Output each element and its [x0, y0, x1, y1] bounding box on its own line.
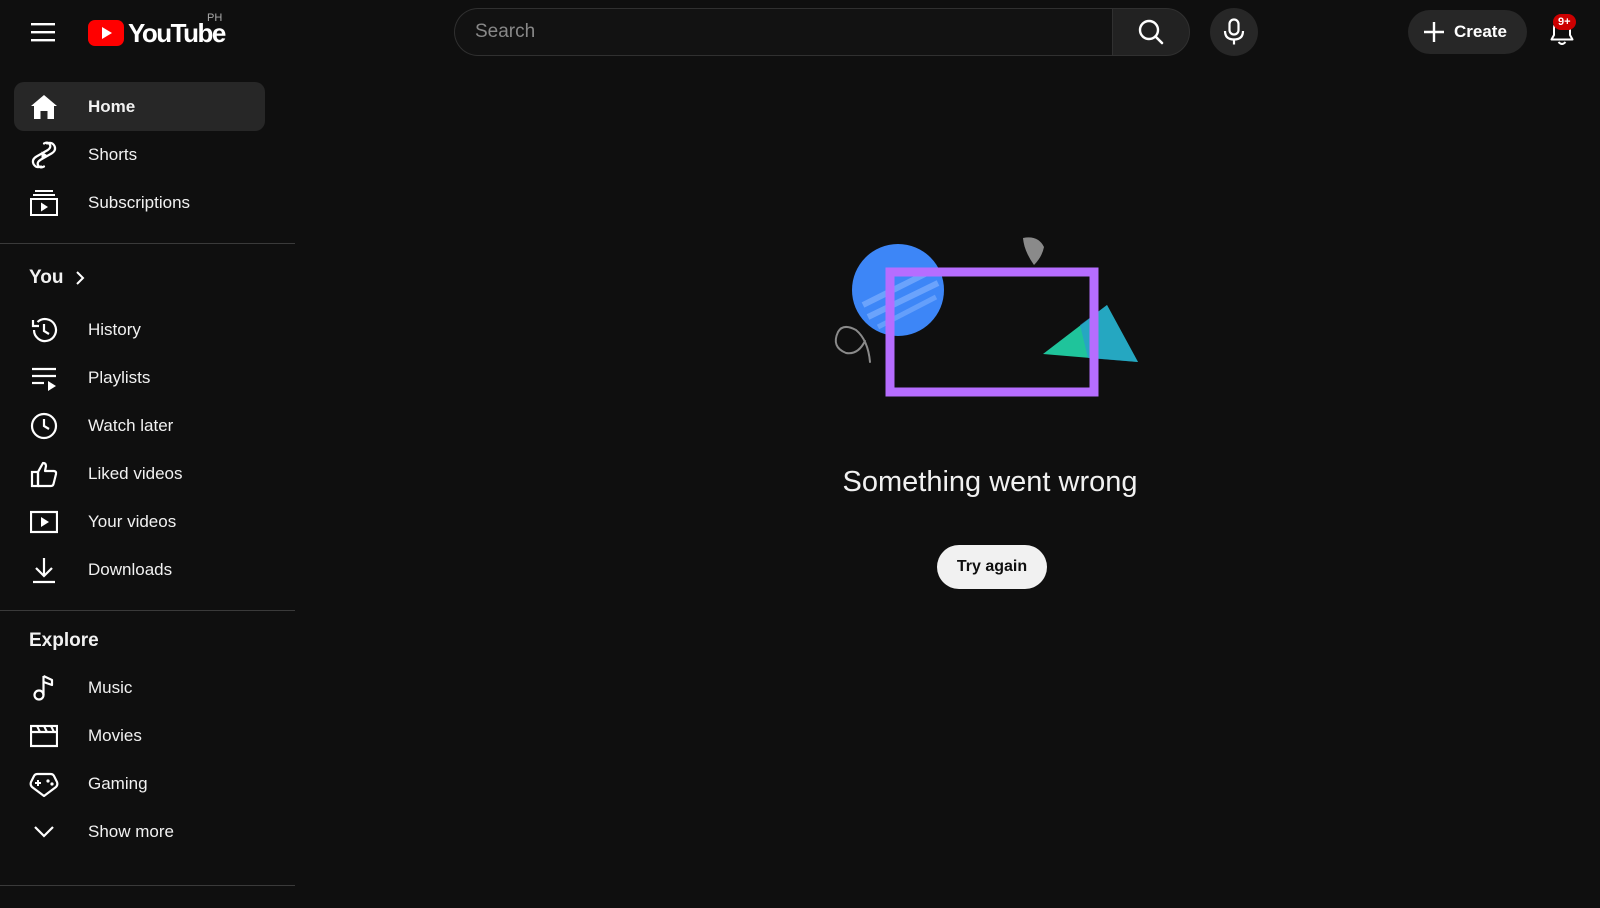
sidebar-item-gaming[interactable]: Gaming — [14, 759, 265, 808]
country-code: PH — [207, 12, 223, 24]
music-note-icon — [29, 673, 59, 703]
chevron-right-icon — [76, 271, 85, 285]
shorts-icon — [29, 140, 59, 170]
gamepad-icon — [29, 769, 59, 799]
swirl-line — [834, 326, 871, 363]
you-section-title: You — [29, 267, 64, 288]
sidebar-divider — [0, 885, 295, 886]
sidebar-item-home[interactable]: Home — [14, 82, 265, 131]
sidebar-item-movies[interactable]: Movies — [14, 711, 265, 760]
sidebar-item-history[interactable]: History — [14, 305, 265, 354]
top-bar: YouTube PH Create 9+ — [0, 0, 1600, 64]
sidebar-item-label: Your videos — [88, 511, 177, 531]
playlists-icon — [29, 363, 59, 393]
home-icon — [29, 92, 59, 122]
create-button[interactable]: Create — [1408, 10, 1527, 54]
explore-section-title: Explore — [29, 630, 99, 651]
watch-later-icon — [29, 411, 59, 441]
search-button[interactable] — [1112, 8, 1190, 56]
sidebar: Home Shorts Subscriptions You History Pl… — [0, 64, 295, 908]
sidebar-divider — [0, 610, 295, 611]
you-section-header[interactable]: You — [29, 267, 85, 289]
error-illustration — [834, 237, 1138, 397]
sidebar-item-your-videos[interactable]: Your videos — [14, 497, 265, 546]
sidebar-item-label: Subscriptions — [88, 192, 191, 212]
sidebar-item-label: Playlists — [88, 367, 151, 387]
sidebar-item-liked-videos[interactable]: Liked videos — [14, 449, 265, 498]
sidebar-item-music[interactable]: Music — [14, 663, 265, 712]
try-again-button[interactable]: Try again — [937, 545, 1047, 589]
your-videos-icon — [29, 507, 59, 537]
leaf-shape — [1023, 237, 1044, 265]
menu-button[interactable] — [20, 12, 68, 52]
search-bar — [454, 8, 1190, 56]
sidebar-divider — [0, 243, 295, 244]
subscriptions-icon — [29, 188, 59, 218]
sidebar-item-label: Home — [88, 96, 136, 116]
sidebar-item-label: Watch later — [88, 415, 174, 435]
download-icon — [29, 555, 59, 585]
sidebar-item-label: Shorts — [88, 144, 138, 164]
notification-badge: 9+ — [1553, 14, 1576, 30]
error-message: Something went wrong — [842, 466, 1138, 498]
voice-search-button[interactable] — [1210, 8, 1258, 56]
sidebar-item-playlists[interactable]: Playlists — [14, 353, 265, 402]
history-icon — [29, 315, 59, 345]
sidebar-item-label: Show more — [88, 821, 174, 841]
search-icon — [1138, 19, 1164, 45]
sidebar-item-show-more[interactable]: Show more — [14, 807, 265, 856]
sidebar-item-downloads[interactable]: Downloads — [14, 545, 265, 594]
sidebar-item-label: Music — [88, 677, 133, 697]
sidebar-item-label: Movies — [88, 725, 142, 745]
create-label: Create — [1454, 22, 1507, 41]
microphone-icon — [1223, 18, 1245, 45]
clapperboard-icon — [29, 721, 59, 751]
sidebar-item-watch-later[interactable]: Watch later — [14, 401, 265, 450]
sidebar-item-label: Gaming — [88, 773, 148, 793]
explore-section-header: Explore — [29, 630, 99, 652]
sidebar-item-label: Downloads — [88, 559, 173, 579]
sidebar-item-label: Liked videos — [88, 463, 183, 483]
thumbs-up-icon — [29, 459, 59, 489]
youtube-logo[interactable]: YouTube — [88, 16, 226, 50]
chevron-down-icon — [29, 817, 59, 847]
youtube-play-logo-icon — [88, 20, 124, 46]
plus-icon — [1424, 22, 1444, 42]
sidebar-item-label: History — [88, 319, 141, 339]
sidebar-item-shorts[interactable]: Shorts — [14, 130, 265, 179]
search-input[interactable] — [454, 8, 1112, 56]
sidebar-item-subscriptions[interactable]: Subscriptions — [14, 178, 265, 227]
hamburger-menu-icon — [31, 23, 55, 42]
